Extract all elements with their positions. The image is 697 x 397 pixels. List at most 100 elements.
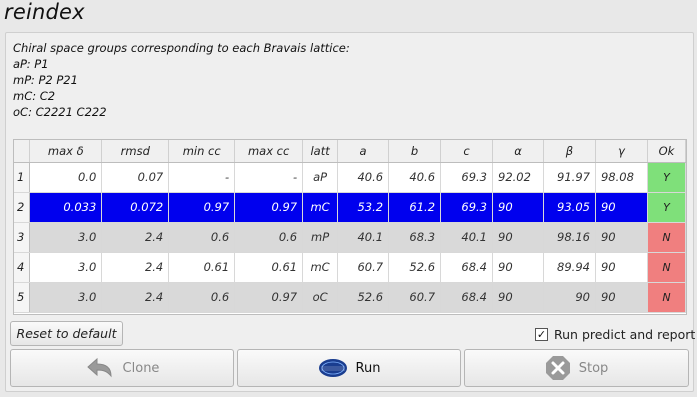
cell-min-cc[interactable]: - — [168, 162, 236, 193]
cell-max-cc[interactable]: 0.97 — [234, 192, 304, 223]
cell-a[interactable]: 40.1 — [337, 222, 390, 253]
cell-min-cc[interactable]: 0.6 — [168, 282, 236, 313]
dials-logo-icon — [318, 358, 348, 378]
cell-b[interactable]: 60.7 — [388, 282, 442, 313]
cell-max-cc[interactable]: 0.61 — [234, 252, 304, 283]
cell-max-delta[interactable]: 3.0 — [29, 282, 103, 313]
table-row[interactable]: 5 3.0 2.4 0.6 0.97 oC 52.6 60.7 68.4 90 90 90 N — [14, 282, 686, 313]
cell-rmsd[interactable]: 0.072 — [101, 192, 170, 223]
table-row[interactable]: 3 3.0 2.4 0.6 0.6 mP 40.1 68.3 40.1 90 98.16 90 N — [14, 222, 686, 253]
cell-alpha[interactable]: 90 — [492, 222, 544, 253]
table-header-row: max δ rmsd min cc max cc latt a b c α β … — [14, 140, 686, 163]
cell-ok[interactable]: N — [647, 222, 686, 253]
header-min-cc[interactable]: min cc — [168, 140, 236, 163]
header-rmsd[interactable]: rmsd — [101, 140, 170, 163]
header-latt[interactable]: latt — [302, 140, 339, 163]
cell-gamma[interactable]: 98.08 — [595, 162, 648, 193]
description-line: Chiral space groups corresponding to eac… — [13, 41, 350, 55]
clone-button[interactable]: Clone — [10, 349, 234, 387]
cell-ok[interactable]: N — [647, 252, 686, 283]
cell-latt[interactable]: oC — [302, 282, 339, 313]
run-predict-option[interactable]: ✓ Run predict and report — [535, 327, 695, 342]
description-line: oC: C2221 C222 — [13, 105, 107, 119]
cell-max-delta[interactable]: 0.033 — [29, 192, 103, 223]
cell-min-cc[interactable]: 0.97 — [168, 192, 236, 223]
table-row[interactable]: 4 3.0 2.4 0.61 0.61 mC 60.7 52.6 68.4 90 89.94 90 N — [14, 252, 686, 283]
row-number[interactable]: 3 — [14, 222, 31, 253]
window-title: reindex — [4, 0, 85, 24]
cell-gamma[interactable]: 90 — [595, 282, 648, 313]
run-predict-label: Run predict and report — [554, 327, 696, 342]
cell-beta[interactable]: 98.16 — [543, 222, 596, 253]
cell-rmsd[interactable]: 2.4 — [101, 252, 170, 283]
cell-min-cc[interactable]: 0.6 — [168, 222, 236, 253]
cell-max-cc[interactable]: 0.97 — [234, 282, 304, 313]
cell-max-delta[interactable]: 0.0 — [29, 162, 103, 193]
run-button[interactable]: Run — [237, 349, 461, 387]
stop-label: Stop — [578, 360, 609, 376]
cell-max-delta[interactable]: 3.0 — [29, 252, 103, 283]
header-max-delta[interactable]: max δ — [29, 140, 103, 163]
header-corner — [14, 140, 31, 163]
cell-ok[interactable]: N — [647, 282, 686, 313]
cell-max-cc[interactable]: 0.6 — [234, 222, 304, 253]
cell-ok[interactable]: Y — [647, 162, 686, 193]
cell-gamma[interactable]: 90 — [595, 252, 648, 283]
cell-b[interactable]: 68.3 — [388, 222, 442, 253]
solutions-table[interactable]: max δ rmsd min cc max cc latt a b c α β … — [13, 139, 687, 315]
row-number[interactable]: 5 — [14, 282, 31, 313]
cell-rmsd[interactable]: 2.4 — [101, 222, 170, 253]
table-row[interactable]: 2 0.033 0.072 0.97 0.97 mC 53.2 61.2 69.3 90 93.05… — [14, 192, 686, 223]
header-max-cc[interactable]: max cc — [234, 140, 304, 163]
header-b[interactable]: b — [388, 140, 442, 163]
header-beta[interactable]: β — [543, 140, 596, 163]
cell-ok[interactable]: Y — [647, 192, 686, 223]
header-alpha[interactable]: α — [492, 140, 544, 163]
cell-max-delta[interactable]: 3.0 — [29, 222, 103, 253]
cell-b[interactable]: 40.6 — [388, 162, 442, 193]
cell-gamma[interactable]: 90 — [595, 222, 648, 253]
cell-max-cc[interactable]: - — [234, 162, 304, 193]
cell-latt[interactable]: mC — [302, 252, 339, 283]
table-row[interactable]: 1 0.0 0.07- - aP 40.6 40.6 69.3 92.02 91.97 98.08 Y — [14, 162, 686, 193]
reset-to-default-button[interactable]: Reset to default — [10, 321, 123, 346]
cell-beta[interactable]: 89.94 — [543, 252, 596, 283]
cell-rmsd[interactable]: 0.07 — [101, 162, 170, 193]
header-c[interactable]: c — [440, 140, 493, 163]
header-a[interactable]: a — [337, 140, 390, 163]
cell-b[interactable]: 52.6 — [388, 252, 442, 283]
run-predict-checkbox[interactable]: ✓ — [535, 328, 548, 341]
cell-c[interactable]: 68.4 — [440, 252, 493, 283]
cell-beta[interactable]: 93.05 — [543, 192, 596, 223]
header-ok[interactable]: Ok — [647, 140, 686, 163]
cell-c[interactable]: 69.3 — [440, 162, 493, 193]
cell-a[interactable]: 60.7 — [337, 252, 390, 283]
cell-min-cc[interactable]: 0.61 — [168, 252, 236, 283]
cell-a[interactable]: 52.6 — [337, 282, 390, 313]
cell-rmsd[interactable]: 2.4 — [101, 282, 170, 313]
cell-latt[interactable]: aP — [302, 162, 339, 193]
cell-c[interactable]: 40.1 — [440, 222, 493, 253]
row-number[interactable]: 1 — [14, 162, 31, 193]
cell-alpha[interactable]: 90 — [492, 192, 544, 223]
cell-c[interactable]: 69.3 — [440, 192, 493, 223]
cell-latt[interactable]: mP — [302, 222, 339, 253]
reset-label: Reset to default — [16, 326, 117, 341]
header-gamma[interactable]: γ — [595, 140, 648, 163]
row-number[interactable]: 2 — [14, 192, 31, 223]
cell-alpha[interactable]: 90 — [492, 252, 544, 283]
cell-alpha[interactable]: 90 — [492, 282, 544, 313]
cell-beta[interactable]: 90 — [543, 282, 596, 313]
stop-button[interactable]: Stop — [464, 349, 689, 387]
row-number[interactable]: 4 — [14, 252, 31, 283]
cell-alpha[interactable]: 92.02 — [492, 162, 544, 193]
space-group-description: Chiral space groups corresponding to eac… — [13, 40, 350, 120]
cell-a[interactable]: 53.2 — [337, 192, 390, 223]
cell-c[interactable]: 68.4 — [440, 282, 493, 313]
description-line: mP: P2 P21 — [13, 73, 78, 87]
cell-latt[interactable]: mC — [302, 192, 339, 223]
cell-beta[interactable]: 91.97 — [543, 162, 596, 193]
cell-a[interactable]: 40.6 — [337, 162, 390, 193]
cell-gamma[interactable]: 90 — [595, 192, 648, 223]
cell-b[interactable]: 61.2 — [388, 192, 442, 223]
